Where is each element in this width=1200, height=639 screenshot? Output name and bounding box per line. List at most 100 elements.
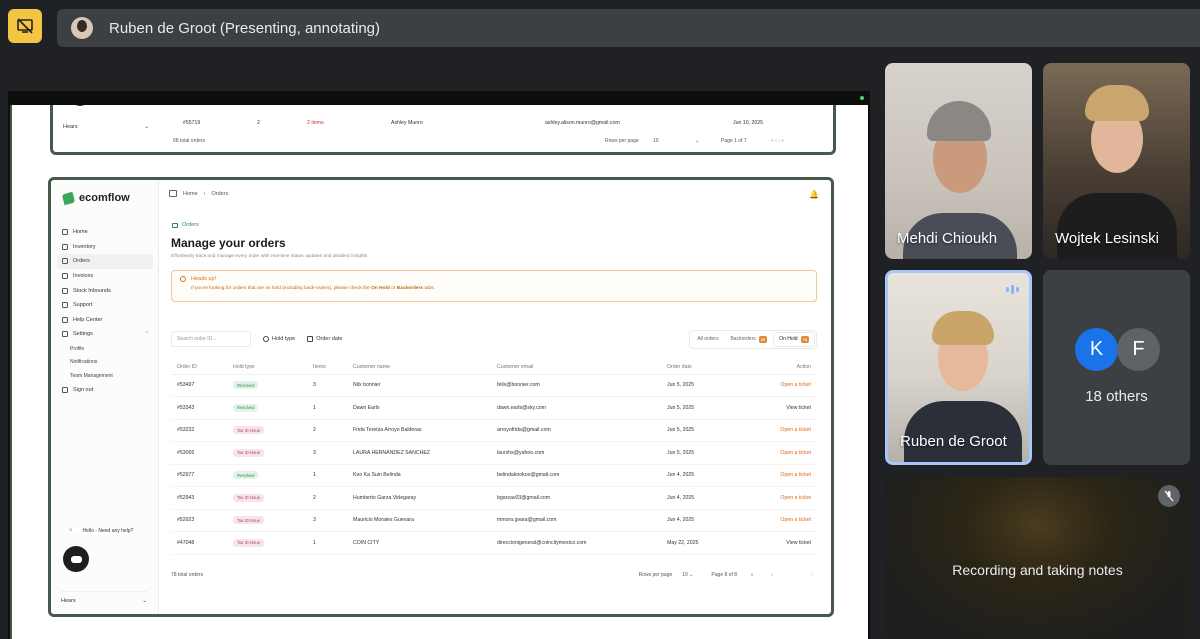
- order-date-cell: Jun 4, 2025: [667, 464, 757, 487]
- on-hold-link[interactable]: On Hold: [371, 286, 390, 291]
- alert-banner: Heads up! If you're looking for orders t…: [171, 270, 817, 302]
- sidebar-toggle-icon[interactable]: [169, 190, 177, 197]
- participant-name: Wojtek Lesinski: [1055, 230, 1159, 247]
- status-badge: Tax ID Issue: [233, 426, 265, 435]
- sign-out-icon: [62, 386, 68, 393]
- action-cell: Open a ticket: [757, 419, 817, 442]
- items-cell-text: 3: [313, 517, 316, 524]
- hold-type-cell: Tax ID Issue: [233, 419, 313, 442]
- sidebar-item-settings[interactable]: Settings ⌃: [51, 327, 159, 342]
- participant-tile-mehdi[interactable]: Mehdi Chioukh: [885, 63, 1032, 259]
- brand-logo[interactable]: ecomflow: [61, 191, 130, 205]
- sidebar-item-inventory[interactable]: Inventory: [51, 240, 159, 255]
- open-ticket-button[interactable]: Open a ticket: [780, 382, 811, 388]
- tab-backorders[interactable]: Backorders 65: [725, 333, 772, 346]
- customer-name-cell-text: Koo Ka Suin Belinda: [353, 472, 401, 479]
- sidebar-item-stock-inbounds[interactable]: Stock Inbounds: [51, 283, 159, 298]
- action-cell: Open a ticket: [757, 441, 817, 465]
- rows-per-page-select[interactable]: 10 ⌄: [682, 572, 693, 578]
- table-row[interactable]: #53343 Resolved 1 Dawn Earls dawn.earls@sky.…: [171, 396, 817, 420]
- order-date-cell: Jun 5, 2025: [667, 419, 757, 442]
- sidebar-item-home[interactable]: Home: [51, 225, 159, 240]
- others-tile[interactable]: K F 18 others: [1043, 270, 1190, 465]
- open-ticket-button[interactable]: Open a ticket: [780, 427, 811, 433]
- chat-button[interactable]: [63, 546, 89, 572]
- backorders-link[interactable]: Backorders: [397, 286, 423, 291]
- order-date-cell-text: May 22, 2025: [667, 539, 699, 546]
- count-badge: 78: [800, 335, 809, 343]
- sidebar-item-team-management[interactable]: Team Management: [51, 369, 159, 383]
- tab-on-hold[interactable]: On Hold 78: [774, 332, 814, 346]
- table-row[interactable]: #52943 Tax ID Issue 2 Humberto Garza Videga…: [171, 486, 817, 510]
- items-cell: 1: [313, 396, 353, 420]
- last-page-button[interactable]: »: [807, 572, 817, 578]
- stop-presenting-button[interactable]: [8, 9, 42, 43]
- sidebar-item-help-center[interactable]: Help Center: [51, 313, 159, 328]
- first-page-button[interactable]: «: [747, 572, 757, 578]
- participant-name: Mehdi Chioukh: [897, 230, 998, 247]
- tab-all-orders[interactable]: All orders: [692, 333, 723, 346]
- open-ticket-button[interactable]: Open a ticket: [780, 517, 811, 523]
- col-hold-type[interactable]: Hold type: [233, 360, 313, 375]
- alert-body: If you're looking for orders that are on…: [191, 286, 435, 291]
- table-row[interactable]: #53232 Tax ID Issue 2 Frida Teretza Arroyo …: [171, 419, 817, 442]
- col-order-id[interactable]: Order ID: [171, 360, 233, 375]
- sidebar-item-notifications[interactable]: Notifications: [51, 355, 159, 369]
- prev-page-button[interactable]: ‹: [767, 572, 777, 578]
- others-count: 18 others: [1085, 388, 1148, 405]
- action-cell: Open a ticket: [757, 374, 817, 397]
- breadcrumb-home[interactable]: Home: [183, 191, 198, 197]
- order-id-cell-text: #52977: [177, 472, 195, 479]
- close-icon[interactable]: ×: [69, 528, 73, 534]
- open-ticket-button[interactable]: Open a ticket: [780, 495, 811, 501]
- table-row[interactable]: #53497 Resolved 3 Nilx bonnier felix@bonnier…: [171, 374, 817, 397]
- user-selector[interactable]: Hears ⌄: [61, 591, 147, 604]
- total-orders: 78 total orders: [171, 572, 203, 578]
- items-cell-text: 2: [313, 494, 316, 501]
- order-id-cell: #47048: [171, 531, 233, 555]
- order-id-cell-text: #52923: [177, 517, 195, 524]
- view-ticket-button[interactable]: View ticket: [786, 405, 811, 411]
- table-row[interactable]: #52923 Tax ID Issue 3 Mauricio Morales Guev…: [171, 509, 817, 532]
- back-window-table-row[interactable]: #55719 2 2 items Ashley Munro ashley.ali…: [161, 116, 833, 130]
- hold-type-cell: Tax ID Issue: [233, 486, 313, 510]
- count-badge: 65: [758, 335, 768, 343]
- hold-type-filter[interactable]: Hold type: [263, 336, 295, 342]
- bell-icon[interactable]: 🔔: [809, 190, 819, 199]
- table-row[interactable]: #52977 Resolved 1 Koo Ka Suin Belinda belind…: [171, 464, 817, 487]
- participant-tile-wojtek[interactable]: Wojtek Lesinski: [1043, 63, 1190, 259]
- order-id-cell: #52977: [171, 464, 233, 487]
- orders-table: Order ID Hold type Items Customer name C…: [171, 360, 817, 555]
- table-row[interactable]: #47048 Tax ID Issue 1 COIN CITY direccionige…: [171, 531, 817, 555]
- col-customer-name[interactable]: Customer name: [353, 360, 497, 375]
- table-row[interactable]: #53065 Tax ID Issue 3 LAURA HERNANDEZ SANCH…: [171, 441, 817, 465]
- order-date-filter[interactable]: Order date: [307, 336, 343, 342]
- speaking-indicator-icon: [1006, 285, 1019, 294]
- sidebar-item-profile[interactable]: Profile: [51, 342, 159, 356]
- items-cell: 3: [313, 374, 353, 397]
- col-items[interactable]: Items: [313, 360, 353, 375]
- participant-tile-ruben[interactable]: Ruben de Groot: [885, 270, 1032, 465]
- page-subtitle: Effortlessly track and manage every orde…: [171, 254, 368, 259]
- open-ticket-button[interactable]: Open a ticket: [780, 450, 811, 456]
- sidebar-item-invoices[interactable]: Invoices: [51, 269, 159, 284]
- search-input[interactable]: Search order ID...: [171, 331, 251, 347]
- sidebar-item-orders[interactable]: Orders: [57, 254, 153, 269]
- order-id-cell: #53497: [171, 374, 233, 397]
- sidebar-item-support[interactable]: Support: [51, 298, 159, 313]
- items-cell-text: 2: [313, 427, 316, 434]
- items-cell: 2: [313, 486, 353, 510]
- back-window-user-selector[interactable]: Hears ⌄: [63, 124, 149, 130]
- open-ticket-button[interactable]: Open a ticket: [780, 472, 811, 478]
- sidebar-item-sign-out[interactable]: Sign out: [51, 383, 159, 398]
- customer-name-cell-text: Mauricio Morales Guevara: [353, 517, 414, 524]
- breadcrumb: Home › Orders: [169, 190, 228, 197]
- col-customer-email[interactable]: Customer email: [497, 360, 667, 375]
- order-id-cell: #53232: [171, 419, 233, 442]
- col-order-date[interactable]: Order date: [667, 360, 757, 375]
- items-cell: 1: [313, 531, 353, 555]
- next-page-button[interactable]: ›: [787, 572, 797, 578]
- action-cell: View ticket: [757, 396, 817, 420]
- view-ticket-button[interactable]: View ticket: [786, 540, 811, 546]
- customer-name-cell: Nilx bonnier: [353, 374, 497, 397]
